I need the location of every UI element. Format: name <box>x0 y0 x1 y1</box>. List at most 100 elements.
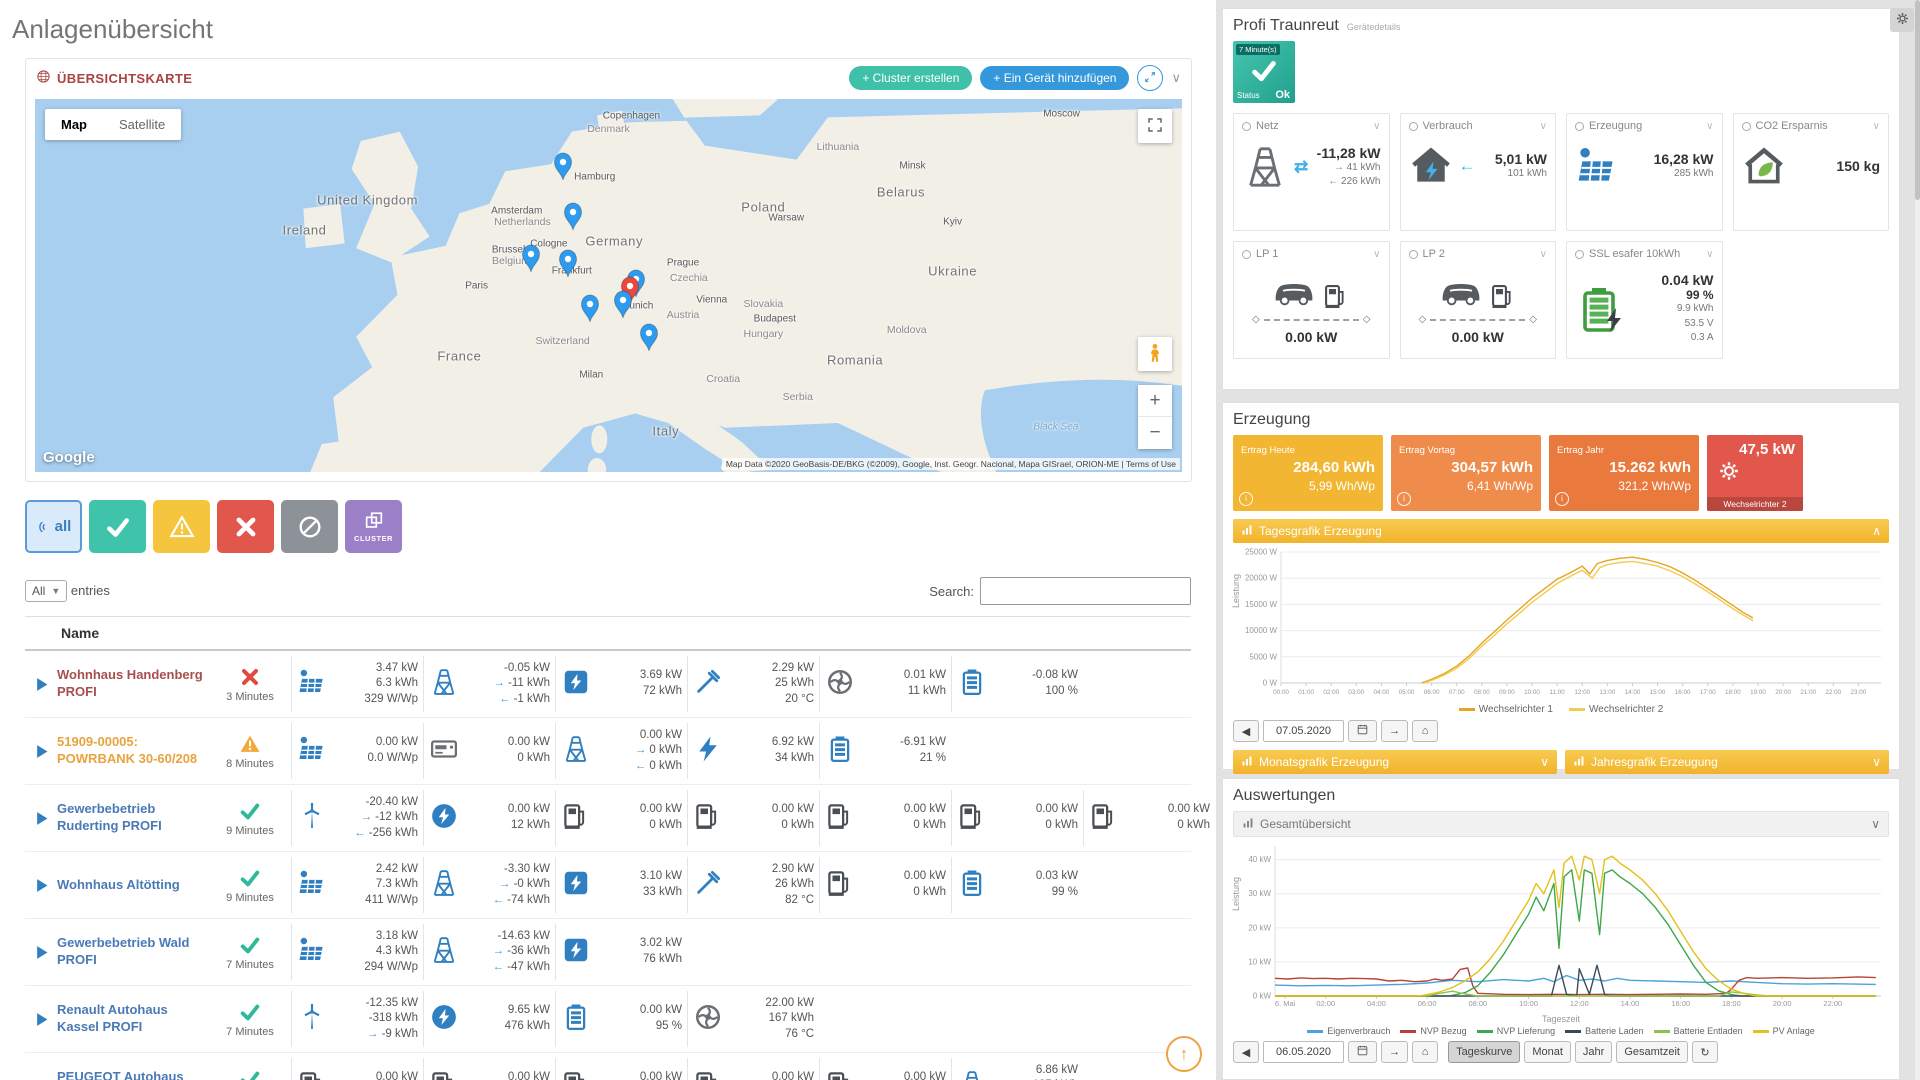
status-tile[interactable]: 7 Minute(s) Status Ok <box>1233 41 1295 103</box>
chevron-down-icon[interactable]: ∨ <box>1540 121 1547 132</box>
battery-icon <box>957 667 987 702</box>
filter-all-button[interactable]: all <box>25 500 82 553</box>
page-title: Anlagenübersicht <box>0 0 1216 45</box>
calendar-button[interactable] <box>1348 720 1377 742</box>
plant-name-link[interactable]: Renault Autohaus Kassel PROFI <box>57 1002 209 1036</box>
filter-offline-button[interactable] <box>281 500 338 553</box>
plant-name-link[interactable]: Gewerbebetrieb Wald PROFI <box>57 935 209 969</box>
google-logo[interactable]: Google <box>43 449 95 466</box>
info-icon[interactable]: i <box>1397 492 1411 506</box>
home-date-button[interactable]: ⌂ <box>1412 720 1438 742</box>
refresh-button[interactable]: ↻ <box>1692 1041 1718 1063</box>
prev-day-button[interactable]: ◀ <box>1233 1041 1259 1063</box>
range-tageskurve-button[interactable]: Tageskurve <box>1448 1041 1520 1063</box>
chevron-down-icon[interactable]: ∨ <box>1873 121 1880 132</box>
chevron-down-icon[interactable]: ∨ <box>1540 755 1549 769</box>
engine-icon <box>693 1002 723 1037</box>
europe-map[interactable]: United KingdomIrelandFranceGermanyPoland… <box>35 99 1182 472</box>
street-view-pegman-button[interactable] <box>1138 337 1172 371</box>
search-input[interactable] <box>980 577 1191 605</box>
device-card-lp-2: LP 2∨◇◇0.00 kW <box>1400 241 1557 359</box>
expand-row-button[interactable] <box>25 742 57 761</box>
expand-map-button[interactable] <box>1137 65 1163 91</box>
table-header[interactable]: Name <box>25 616 1191 651</box>
next-day-button[interactable]: → <box>1381 1041 1408 1063</box>
plant-name-link[interactable]: Wohnhaus Handenberg PROFI <box>57 667 209 701</box>
plant-name-link[interactable]: 51909-00005: POWRBANK 30-60/208 <box>57 734 209 768</box>
y-axis-label: Leistung <box>1231 876 1241 910</box>
plant-name-link[interactable]: Wohnhaus Altötting <box>57 877 209 894</box>
info-icon[interactable]: i <box>1555 492 1569 506</box>
plant-name-link[interactable]: Gewerbebetrieb Ruderting PROFI <box>57 801 209 835</box>
map-type-map-button[interactable]: Map <box>45 109 103 140</box>
chevron-down-icon[interactable]: ∨ <box>1373 121 1380 132</box>
heater-icon <box>693 667 723 697</box>
chevron-down-icon[interactable]: ∨ <box>1706 249 1713 260</box>
bolt-square-icon <box>561 667 591 702</box>
info-icon[interactable]: i <box>1239 492 1253 506</box>
scroll-to-top-button[interactable]: ↑ <box>1166 1036 1202 1072</box>
date-display[interactable]: 06.05.2020 <box>1263 1041 1344 1063</box>
name-column-header[interactable]: Name <box>61 625 99 641</box>
home-date-button[interactable]: ⌂ <box>1412 1041 1438 1063</box>
chevron-down-icon[interactable]: ∨ <box>1373 249 1380 260</box>
map-marker-icon[interactable] <box>562 201 584 236</box>
expand-row-button[interactable] <box>25 1010 57 1029</box>
monatsgrafik-erzeugung-header-bar[interactable]: Monatsgrafik Erzeugung ∨ <box>1233 750 1557 774</box>
collapse-map-chevron-icon[interactable]: ∨ <box>1171 70 1181 86</box>
chevron-up-icon[interactable]: ∧ <box>1872 524 1881 538</box>
tagesgrafik-header-bar[interactable]: Tagesgrafik Erzeugung ∧ <box>1233 519 1889 543</box>
map-marker-icon[interactable] <box>579 293 601 328</box>
entries-select[interactable]: All▼ <box>25 580 67 602</box>
map-marker-icon[interactable] <box>552 151 574 186</box>
table-row: 51909-00005: POWRBANK 30-60/2088 Minutes… <box>25 718 1191 785</box>
gesamtuebersicht-header-bar[interactable]: Gesamtübersicht ∨ <box>1233 811 1889 837</box>
map-marker-icon[interactable] <box>557 248 579 283</box>
prev-day-button[interactable]: ◀ <box>1233 720 1259 742</box>
chevron-down-icon[interactable]: ∨ <box>1540 249 1547 260</box>
map-marker-icon[interactable] <box>520 243 542 278</box>
calendar-button[interactable] <box>1348 1041 1377 1063</box>
yield-tile-ertrag-vortag[interactable]: Ertrag Vortag304,57 kWh6,41 Wh/Wpi <box>1391 435 1541 511</box>
map-zoom-in-button[interactable]: + <box>1138 385 1172 417</box>
section-label: Monatsgrafik Erzeugung <box>1259 755 1389 769</box>
page-scrollbar[interactable] <box>1915 0 1920 1080</box>
chevron-down-icon[interactable]: ∨ <box>1871 817 1880 831</box>
map-marker-icon[interactable] <box>612 289 634 324</box>
create-cluster-button[interactable]: + Cluster erstellen <box>849 66 972 90</box>
svg-text:0 kW: 0 kW <box>1253 992 1272 1001</box>
jahresgrafik-erzeugung-header-bar[interactable]: Jahresgrafik Erzeugung∨ <box>1565 750 1889 774</box>
expand-row-button[interactable] <box>25 809 57 828</box>
chevron-down-icon[interactable]: ∨ <box>1872 755 1881 769</box>
yield-tile-ertrag-jahr[interactable]: Ertrag Jahr15.262 kWh321,2 Wh/Wpi <box>1549 435 1699 511</box>
range-jahr-button[interactable]: Jahr <box>1575 1041 1612 1063</box>
date-display[interactable]: 07.05.2020 <box>1263 720 1344 742</box>
range-monat-button[interactable]: Monat <box>1524 1041 1571 1063</box>
range-gesamtzeit-button[interactable]: Gesamtzeit <box>1616 1041 1688 1063</box>
chevron-down-icon[interactable]: ∨ <box>1706 121 1713 132</box>
erzeugung-panel: Erzeugung Ertrag Heute284,60 kWh5,99 Wh/… <box>1222 402 1900 770</box>
expand-row-button[interactable] <box>25 876 57 895</box>
map-type-satellite-button[interactable]: Satellite <box>103 109 181 140</box>
expand-row-button[interactable] <box>25 675 57 694</box>
filter-warning-button[interactable] <box>153 500 210 553</box>
filter-ok-button[interactable] <box>89 500 146 553</box>
yield-tile-wechselrichter-2[interactable]: 47,5 kWWechselrichter 2 <box>1707 435 1803 511</box>
expand-row-button[interactable] <box>25 943 57 962</box>
yield-tile-ertrag-heute[interactable]: Ertrag Heute284,60 kWh5,99 Wh/Wpi <box>1233 435 1383 511</box>
map-attribution[interactable]: Map Data ©2020 GeoBasis-DE/BKG (©2009), … <box>722 458 1180 470</box>
tagesgrafik-chart: Leistung 0 W5000 W10000 W15000 W20000 W2… <box>1233 547 1889 702</box>
map-zoom-out-button[interactable]: − <box>1138 417 1172 449</box>
map-marker-icon[interactable] <box>638 322 660 357</box>
device-card-title: Erzeugung <box>1589 120 1701 132</box>
add-device-button[interactable]: + Ein Gerät hinzufügen <box>980 66 1129 90</box>
map-fullscreen-button[interactable] <box>1138 109 1172 143</box>
expand-row-button[interactable] <box>25 1077 57 1080</box>
next-day-button[interactable]: → <box>1381 720 1408 742</box>
filter-cluster-button[interactable]: CLUSTER <box>345 500 402 553</box>
svg-text:5000 W: 5000 W <box>1249 652 1277 661</box>
plant-name-link[interactable]: PEUGEOT Autohaus Klagenfurt <box>57 1069 209 1080</box>
settings-gear-button[interactable] <box>1890 8 1914 32</box>
filter-error-button[interactable] <box>217 500 274 553</box>
status-value: Ok <box>1275 89 1290 101</box>
